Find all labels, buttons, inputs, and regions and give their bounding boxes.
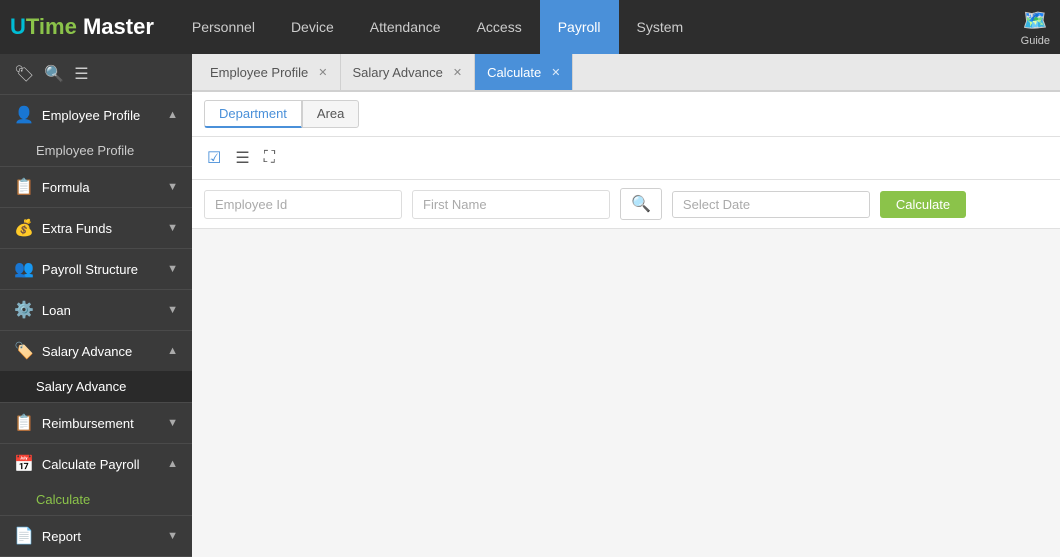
dept-area-tabs: Department Area (204, 100, 359, 128)
chevron-down-icon-6: ▼ (167, 530, 178, 542)
sidebar-extra-funds-label: Extra Funds (42, 221, 112, 236)
dept-tab[interactable]: Department (204, 100, 302, 128)
sidebar-salary-advance-label: Salary Advance (42, 344, 132, 359)
first-name-input[interactable] (412, 190, 610, 219)
tab-calculate-label: Calculate (487, 65, 541, 80)
logo-master: Master (83, 14, 154, 40)
view-icons-row: ☑ ☰ ⛶ (192, 137, 1060, 180)
search-filter-area: 🔍 Calculate (192, 180, 1060, 229)
sidebar-header-report[interactable]: 📄 Report ▼ (0, 516, 192, 556)
sidebar-item-calculate[interactable]: Calculate (0, 484, 192, 515)
extra-funds-icon: 💰 (14, 218, 34, 238)
search-icon-btn: 🔍 (631, 196, 651, 213)
checkbox-view-icon[interactable]: ☑ (204, 145, 224, 171)
content-area: Employee Profile ✕ Salary Advance ✕ Calc… (192, 54, 1060, 557)
chevron-up-icon: ▲ (167, 109, 178, 121)
sidebar-header-calculate-payroll[interactable]: 📅 Calculate Payroll ▲ (0, 444, 192, 484)
loan-icon: ⚙️ (14, 300, 34, 320)
select-date-input[interactable] (672, 191, 870, 218)
tab-salary-advance-close[interactable]: ✕ (453, 66, 462, 79)
logo-time: Time (26, 14, 77, 40)
sidebar-header-payroll-structure[interactable]: 👥 Payroll Structure ▼ (0, 249, 192, 289)
sidebar-loan-label: Loan (42, 303, 71, 318)
sidebar-header-formula[interactable]: 📋 Formula ▼ (0, 167, 192, 207)
sidebar-section-calculate-payroll: 📅 Calculate Payroll ▲ Calculate (0, 444, 192, 516)
chevron-down-icon-3: ▼ (167, 263, 178, 275)
guide-icon: 🗺️ (1023, 8, 1048, 33)
list-icon[interactable]: ☰ (74, 64, 88, 84)
sidebar-header-salary-advance[interactable]: 🏷️ Salary Advance ▲ (0, 331, 192, 371)
calculate-button[interactable]: Calculate (880, 191, 966, 218)
sidebar-header-loan[interactable]: ⚙️ Loan ▼ (0, 290, 192, 330)
sidebar-section-salary-advance: 🏷️ Salary Advance ▲ Salary Advance (0, 331, 192, 403)
formula-icon: 📋 (14, 177, 34, 197)
guide-button[interactable]: 🗺️ Guide (1021, 8, 1050, 47)
nav-items: Personnel Device Attendance Access Payro… (174, 0, 1021, 54)
list-view-icon[interactable]: ☰ (232, 145, 252, 171)
tag-icon[interactable]: 🏷 (14, 64, 34, 84)
sidebar-section-reimbursement: 📋 Reimbursement ▼ (0, 403, 192, 444)
sidebar-employee-profile-label: Employee Profile (42, 108, 140, 123)
chevron-down-icon-5: ▼ (167, 417, 178, 429)
tab-employee-profile-label: Employee Profile (210, 65, 308, 80)
search-button[interactable]: 🔍 (620, 188, 662, 220)
sidebar-header-employee-profile[interactable]: 👤 Employee Profile ▲ (0, 95, 192, 135)
sidebar: 🏷 🔍 ☰ 👤 Employee Profile ▲ Employee Prof… (0, 54, 192, 557)
sidebar-top-icons: 🏷 🔍 ☰ (0, 54, 192, 95)
logo-u: U (10, 14, 26, 40)
area-tab[interactable]: Area (302, 100, 359, 128)
sidebar-section-report: 📄 Report ▼ (0, 516, 192, 557)
main-layout: 🏷 🔍 ☰ 👤 Employee Profile ▲ Employee Prof… (0, 54, 1060, 557)
top-nav: U Time Master Personnel Device Attendanc… (0, 0, 1060, 54)
sidebar-report-label: Report (42, 529, 81, 544)
sidebar-item-salary-advance[interactable]: Salary Advance (0, 371, 192, 402)
sidebar-formula-label: Formula (42, 180, 90, 195)
sidebar-header-extra-funds[interactable]: 💰 Extra Funds ▼ (0, 208, 192, 248)
tab-salary-advance[interactable]: Salary Advance ✕ (341, 54, 476, 90)
reimbursement-icon: 📋 (14, 413, 34, 433)
employee-id-input[interactable] (204, 190, 402, 219)
report-icon: 📄 (14, 526, 34, 546)
tab-salary-advance-label: Salary Advance (353, 65, 443, 80)
tree-view-icon[interactable]: ⛶ (261, 146, 278, 170)
tab-calculate-close[interactable]: ✕ (551, 66, 560, 79)
chevron-up-icon-2: ▲ (167, 345, 178, 357)
nav-system[interactable]: System (619, 0, 702, 54)
sidebar-header-reimbursement[interactable]: 📋 Reimbursement ▼ (0, 403, 192, 443)
payroll-structure-icon: 👥 (14, 259, 34, 279)
sidebar-section-extra-funds: 💰 Extra Funds ▼ (0, 208, 192, 249)
chevron-up-icon-3: ▲ (167, 458, 178, 470)
logo: U Time Master (10, 14, 154, 40)
sidebar-section-employee-profile: 👤 Employee Profile ▲ Employee Profile (0, 95, 192, 167)
tab-employee-profile[interactable]: Employee Profile ✕ (198, 54, 341, 90)
sidebar-payroll-structure-label: Payroll Structure (42, 262, 138, 277)
employee-profile-icon: 👤 (14, 105, 34, 125)
sidebar-section-loan: ⚙️ Loan ▼ (0, 290, 192, 331)
tab-calculate[interactable]: Calculate ✕ (475, 54, 573, 90)
chevron-down-icon-4: ▼ (167, 304, 178, 316)
sidebar-section-formula: 📋 Formula ▼ (0, 167, 192, 208)
nav-access[interactable]: Access (459, 0, 540, 54)
chevron-down-icon-2: ▼ (167, 222, 178, 234)
nav-device[interactable]: Device (273, 0, 352, 54)
nav-attendance[interactable]: Attendance (352, 0, 459, 54)
sidebar-reimbursement-label: Reimbursement (42, 416, 134, 431)
sidebar-item-employee-profile[interactable]: Employee Profile (0, 135, 192, 166)
tabs-bar: Employee Profile ✕ Salary Advance ✕ Calc… (192, 54, 1060, 92)
salary-advance-icon: 🏷️ (14, 341, 34, 361)
guide-label: Guide (1021, 35, 1050, 47)
sidebar-section-payroll-structure: 👥 Payroll Structure ▼ (0, 249, 192, 290)
nav-personnel[interactable]: Personnel (174, 0, 273, 54)
filter-row: Department Area (192, 92, 1060, 137)
tab-employee-profile-close[interactable]: ✕ (318, 66, 327, 79)
chevron-down-icon: ▼ (167, 181, 178, 193)
nav-payroll[interactable]: Payroll (540, 0, 619, 54)
calculate-payroll-icon: 📅 (14, 454, 34, 474)
search-icon[interactable]: 🔍 (44, 64, 64, 84)
main-content (192, 229, 1060, 557)
sidebar-calculate-payroll-label: Calculate Payroll (42, 457, 140, 472)
